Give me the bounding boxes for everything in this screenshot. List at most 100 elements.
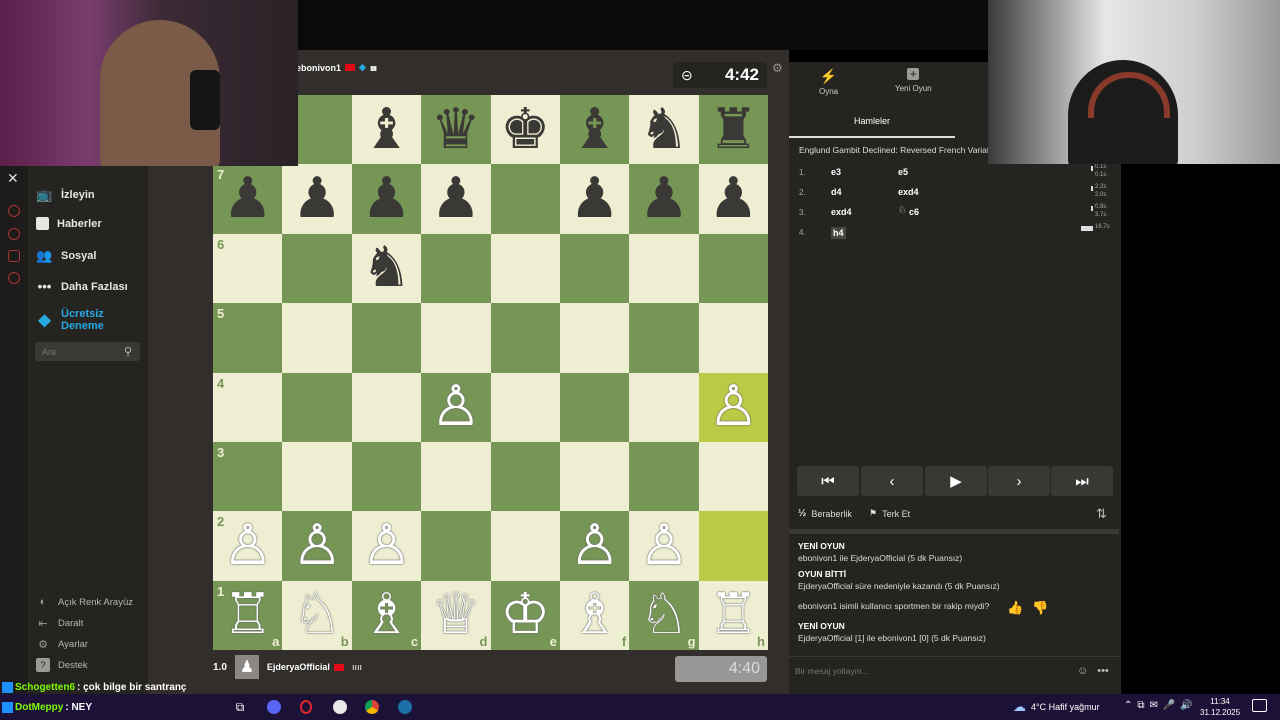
square-b5[interactable] bbox=[282, 303, 352, 373]
white-king-icon[interactable]: ♔ bbox=[500, 587, 550, 643]
nav-prev[interactable]: ‹ bbox=[861, 466, 923, 496]
white-pawn-icon[interactable]: ♙ bbox=[708, 379, 758, 435]
square-f8[interactable]: ♝ bbox=[559, 95, 630, 165]
square-e8[interactable]: ♚ bbox=[490, 95, 560, 165]
chat-input[interactable] bbox=[793, 665, 1077, 677]
sidebar-collapse[interactable]: ⇤ Daralt bbox=[36, 616, 83, 630]
opera-icon[interactable] bbox=[297, 699, 315, 715]
chess-board[interactable]: ♝ ♛ ♚ ♝ ♞ ♜ ♟ 7 ♟ ♟ ♟ ♟ ♟ ♟ 6 ♞ 5 4 ♙ ♙ 3 ♙ 2 ♙ ♙ ♙ ♙ ♖ 1 a ♘ b ♗ c ♕ d ♔ e ♗ f… bbox=[213, 95, 768, 650]
black-knight-icon[interactable]: ♞ bbox=[639, 101, 689, 158]
square-c5[interactable] bbox=[351, 303, 422, 373]
square-d2[interactable] bbox=[421, 511, 491, 581]
tab-new-game[interactable]: + Yeni Oyun bbox=[895, 68, 932, 93]
obs-icon[interactable] bbox=[331, 699, 349, 715]
square-d6[interactable] bbox=[421, 233, 491, 304]
black-pawn-icon[interactable]: ♟ bbox=[223, 171, 273, 227]
square-e6[interactable] bbox=[490, 233, 560, 304]
steam-icon[interactable] bbox=[396, 699, 414, 715]
black-bishop-icon[interactable]: ♝ bbox=[361, 101, 411, 158]
square-b4[interactable] bbox=[282, 372, 352, 442]
move-time[interactable]: 3.7s bbox=[1095, 212, 1106, 218]
white-pawn-icon[interactable]: ♙ bbox=[292, 517, 342, 574]
sidebar-item-news[interactable]: Haberler bbox=[36, 217, 102, 230]
square-f2[interactable]: ♙ bbox=[559, 511, 630, 581]
square-h3[interactable] bbox=[698, 441, 768, 512]
move-white[interactable]: exd4 bbox=[831, 207, 852, 217]
white-knight-icon[interactable]: ♘ bbox=[639, 587, 689, 643]
draw-button[interactable]: ½ Beraberlik bbox=[798, 508, 852, 519]
square-c6[interactable]: ♞ bbox=[351, 233, 422, 304]
move-black[interactable]: exd4 bbox=[898, 187, 919, 197]
black-queen-icon[interactable]: ♛ bbox=[431, 101, 481, 158]
square-h1[interactable]: ♖ h bbox=[698, 580, 768, 650]
thumbs-down-icon[interactable]: 👎 bbox=[1032, 600, 1048, 616]
square-b2[interactable]: ♙ bbox=[282, 511, 352, 581]
square-b3[interactable] bbox=[282, 441, 352, 512]
square-e2[interactable] bbox=[490, 511, 560, 581]
black-knight-icon[interactable]: ♞ bbox=[361, 240, 411, 296]
square-f1[interactable]: ♗ f bbox=[559, 580, 630, 650]
square-a2[interactable]: ♙ 2 bbox=[213, 511, 283, 581]
move-time[interactable]: 16.7s bbox=[1095, 224, 1110, 230]
square-c3[interactable] bbox=[351, 441, 422, 512]
square-f7[interactable]: ♟ bbox=[559, 164, 630, 234]
square-g1[interactable]: ♘ g bbox=[629, 580, 699, 650]
square-g6[interactable] bbox=[629, 233, 699, 304]
nav-last[interactable]: ⏭ bbox=[1051, 466, 1113, 496]
square-g8[interactable]: ♞ bbox=[629, 95, 699, 165]
square-e4[interactable] bbox=[490, 372, 560, 442]
move-time[interactable]: 2.2s bbox=[1095, 184, 1106, 190]
notification-icon[interactable] bbox=[1252, 699, 1267, 712]
clock[interactable]: 11:34 31.12.2025 bbox=[1200, 696, 1240, 718]
white-bishop-icon[interactable]: ♗ bbox=[569, 587, 619, 643]
nav-play[interactable]: ▶ bbox=[925, 466, 987, 496]
black-pawn-icon[interactable]: ♟ bbox=[639, 171, 689, 227]
move-number[interactable]: 2. bbox=[799, 188, 806, 197]
square-b1[interactable]: ♘ b bbox=[282, 580, 352, 650]
square-h8[interactable]: ♜ bbox=[698, 95, 768, 165]
chrome-icon[interactable] bbox=[363, 699, 381, 715]
square-g2[interactable]: ♙ bbox=[629, 511, 699, 581]
move-white[interactable]: d4 bbox=[831, 187, 842, 197]
weather-widget[interactable]: ☁ 4°C Hafif yağmur bbox=[1013, 699, 1100, 715]
move-time[interactable]: 2.0s bbox=[1095, 192, 1106, 198]
white-knight-icon[interactable]: ♘ bbox=[292, 587, 342, 643]
square-f5[interactable] bbox=[559, 303, 630, 373]
tab-play[interactable]: ⚡ Oyna bbox=[819, 68, 838, 96]
task-view-icon[interactable]: ⧉ bbox=[231, 699, 249, 715]
square-c1[interactable]: ♗ c bbox=[351, 580, 422, 650]
square-e7[interactable] bbox=[490, 164, 560, 234]
square-a5[interactable]: 5 bbox=[213, 303, 283, 373]
move-time[interactable]: 0.1s bbox=[1095, 164, 1106, 170]
sidebar-search[interactable]: ⚲ bbox=[35, 342, 140, 361]
square-g5[interactable] bbox=[629, 303, 699, 373]
square-e3[interactable] bbox=[490, 441, 560, 512]
square-d7[interactable]: ♟ bbox=[421, 164, 491, 234]
square-h2[interactable] bbox=[698, 511, 768, 581]
square-f4[interactable] bbox=[559, 372, 630, 442]
square-b6[interactable] bbox=[282, 233, 352, 304]
black-pawn-icon[interactable]: ♟ bbox=[361, 171, 411, 227]
sidebar-settings[interactable]: ⚙ Ayarlar bbox=[36, 637, 88, 651]
white-queen-icon[interactable]: ♕ bbox=[431, 587, 481, 643]
sidebar-support[interactable]: ? Destek bbox=[36, 658, 88, 672]
sidebar-item-watch[interactable]: 📺 İzleyin bbox=[36, 186, 94, 203]
square-d1[interactable]: ♕ d bbox=[421, 580, 491, 650]
more-options-icon[interactable]: ••• bbox=[1097, 665, 1109, 677]
black-pawn-icon[interactable]: ♟ bbox=[569, 171, 619, 227]
square-a7[interactable]: ♟ 7 bbox=[213, 164, 283, 234]
white-rook-icon[interactable]: ♖ bbox=[223, 587, 273, 643]
square-c8[interactable]: ♝ bbox=[351, 95, 422, 165]
white-rook-icon[interactable]: ♖ bbox=[708, 587, 758, 643]
search-input[interactable] bbox=[40, 345, 124, 358]
white-pawn-icon[interactable]: ♙ bbox=[431, 379, 481, 435]
white-pawn-icon[interactable]: ♙ bbox=[639, 517, 689, 574]
black-rook-icon[interactable]: ♜ bbox=[708, 101, 758, 158]
move-number[interactable]: 4. bbox=[799, 228, 806, 237]
square-h4[interactable]: ♙ bbox=[698, 372, 768, 442]
white-bishop-icon[interactable]: ♗ bbox=[361, 587, 411, 643]
square-a4[interactable]: 4 bbox=[213, 372, 283, 442]
white-pawn-icon[interactable]: ♙ bbox=[223, 517, 273, 574]
discord-icon[interactable] bbox=[265, 699, 283, 715]
move-black[interactable]: c6 bbox=[909, 207, 919, 217]
